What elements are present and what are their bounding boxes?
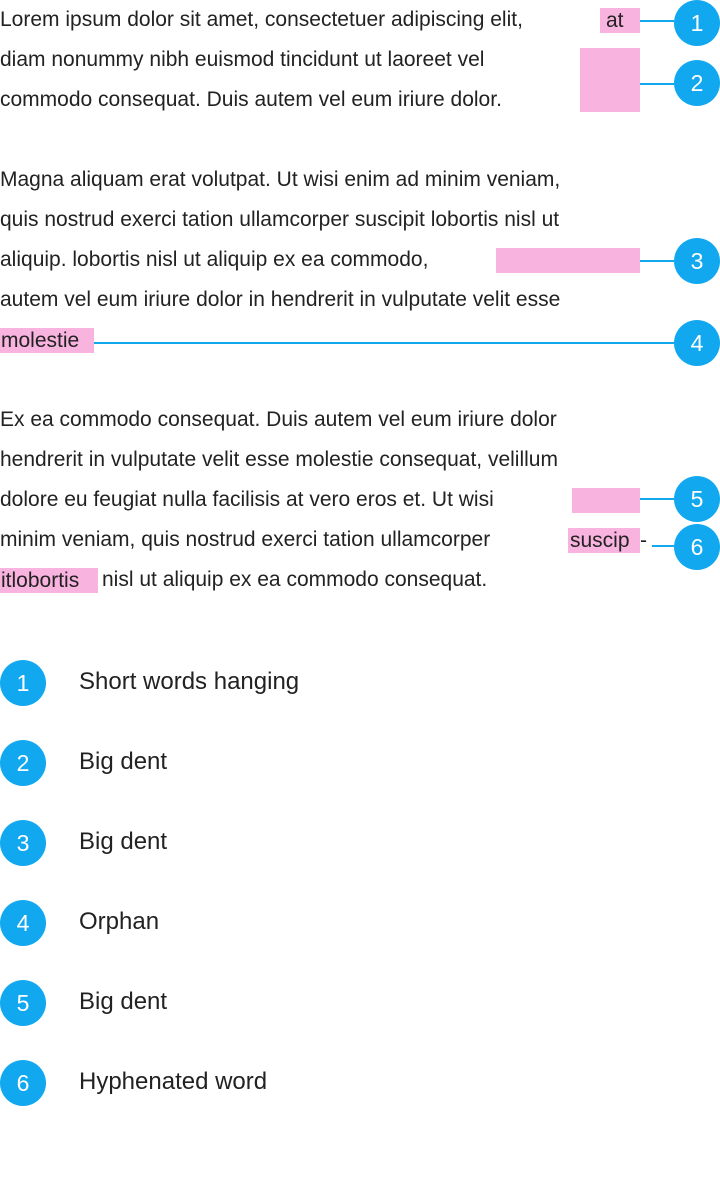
text-line: quis nostrud exerci tation ullamcorper s…	[0, 208, 560, 231]
connector-line	[640, 260, 674, 262]
legend-number-badge: 4	[0, 900, 46, 946]
text-line: Lorem ipsum dolor sit amet, consectetuer…	[0, 8, 523, 31]
text-line: minim veniam, quis nostrud exerci tation…	[0, 528, 491, 551]
marker-badge: 1	[674, 0, 720, 46]
highlight-big-dent	[496, 248, 640, 273]
highlighted-word: molestie	[1, 329, 80, 352]
connector-line	[652, 545, 674, 547]
legend-number-badge: 2	[0, 740, 46, 786]
connector-line	[640, 20, 674, 22]
legend-label: Big dent	[79, 828, 168, 855]
hyphen: -	[640, 529, 647, 552]
marker-badge: 2	[674, 60, 720, 106]
highlighted-word: suscip	[570, 529, 630, 552]
text-line: diam nonummy nibh euismod tincidunt ut l…	[0, 48, 485, 71]
highlighted-word: at	[606, 9, 624, 32]
legend-number-badge: 1	[0, 660, 46, 706]
legend-number-badge: 6	[0, 1060, 46, 1106]
text-line: nisl ut aliquip ex ea commodo consequat.	[102, 568, 488, 591]
marker-badge: 5	[674, 476, 720, 522]
text-line: aliquip. lobortis nisl ut aliquip ex ea …	[0, 248, 429, 271]
legend-label: Orphan	[79, 908, 160, 935]
marker-badge: 3	[674, 238, 720, 284]
legend-label: Short words hanging	[79, 668, 300, 695]
highlight-big-dent	[572, 488, 640, 513]
text-line: Magna aliquam erat volutpat. Ut wisi eni…	[0, 168, 561, 191]
legend-label: Hyphenated word	[79, 1068, 268, 1095]
text-line: dolore eu feugiat nulla facilisis at ver…	[0, 488, 494, 511]
highlighted-word: itlobortis	[1, 569, 80, 592]
text-line: autem vel eum iriure dolor in hendrerit …	[0, 288, 561, 311]
marker-badge: 6	[674, 524, 720, 570]
legend-number-badge: 3	[0, 820, 46, 866]
connector-line	[640, 498, 674, 500]
legend-label: Big dent	[79, 988, 168, 1015]
marker-badge: 4	[674, 320, 720, 366]
text-line: hendrerit in vulputate velit esse molest…	[0, 448, 558, 471]
text-line: Ex ea commodo consequat. Duis autem vel …	[0, 408, 557, 431]
highlight-big-dent	[580, 48, 640, 112]
text-line: commodo consequat. Duis autem vel eum ir…	[0, 88, 502, 111]
connector-line	[94, 342, 674, 344]
connector-line	[640, 83, 674, 85]
legend-label: Big dent	[79, 748, 168, 775]
legend-number-badge: 5	[0, 980, 46, 1026]
